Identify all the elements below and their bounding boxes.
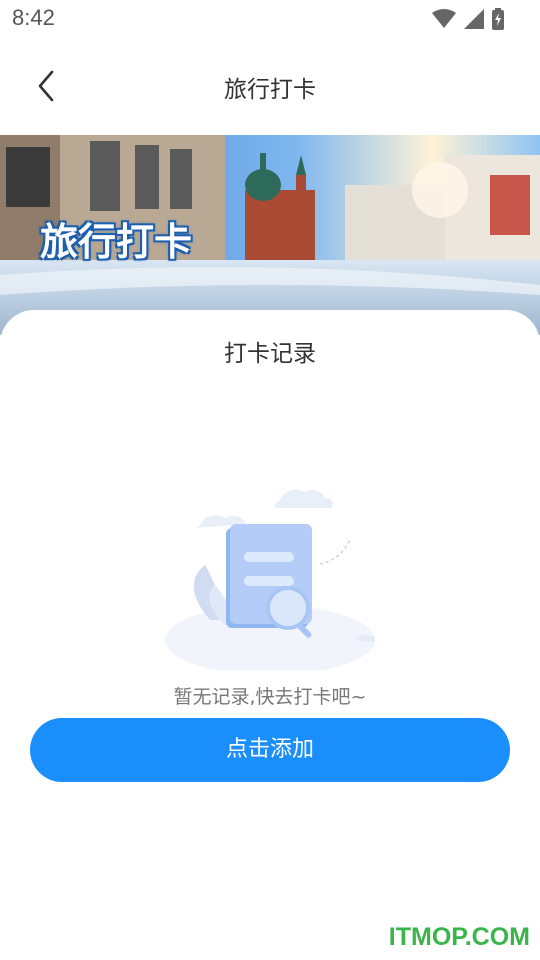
status-time: 8:42 bbox=[12, 5, 55, 30]
empty-document-search-icon bbox=[160, 480, 380, 675]
add-record-button[interactable]: 点击添加 bbox=[30, 718, 510, 782]
records-card: 打卡记录 暂无记录,快去打卡吧~ 点击添加 bbox=[0, 310, 540, 960]
banner-overlay-text: 旅行打卡 bbox=[40, 220, 193, 264]
status-bar: 8:42 bbox=[0, 0, 540, 38]
wifi-icon bbox=[432, 9, 456, 33]
records-title: 打卡记录 bbox=[224, 341, 316, 367]
battery-icon bbox=[492, 8, 504, 34]
status-icons bbox=[432, 8, 504, 34]
signal-icon bbox=[464, 9, 484, 33]
nav-bar: 旅行打卡 bbox=[0, 60, 540, 110]
watermark: ITMOP.COM bbox=[388, 923, 530, 951]
banner-image: 旅行打卡 bbox=[0, 135, 540, 335]
page-title: 旅行打卡 bbox=[224, 77, 316, 103]
empty-message: 暂无记录,快去打卡吧~ bbox=[173, 686, 367, 708]
